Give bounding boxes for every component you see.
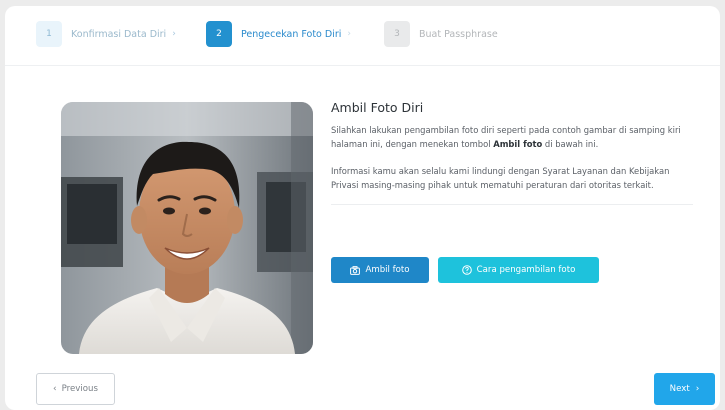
previous-button[interactable]: ‹ Previous bbox=[36, 373, 115, 405]
section-title: Ambil Foto Diri bbox=[331, 100, 424, 115]
example-selfie-image bbox=[61, 102, 313, 354]
chevron-left-icon: ‹ bbox=[53, 384, 57, 394]
chevron-right-icon: › bbox=[172, 29, 176, 39]
step-confirm-data[interactable]: 1 Konfirmasi Data Diri › bbox=[36, 21, 176, 47]
next-button[interactable]: Next › bbox=[654, 373, 715, 405]
how-to-photo-label: Cara pengambilan foto bbox=[476, 265, 576, 275]
next-label: Next bbox=[669, 384, 690, 394]
instruction-emphasis: Ambil foto bbox=[493, 139, 543, 149]
divider bbox=[331, 204, 693, 205]
step-create-passphrase[interactable]: 3 Buat Passphrase bbox=[384, 21, 498, 47]
instruction-text-end: di bawah ini. bbox=[542, 139, 599, 149]
step-number: 2 bbox=[206, 21, 232, 47]
step-label: Konfirmasi Data Diri bbox=[71, 28, 167, 40]
instructions-panel: Ambil Foto Diri Silahkan lakukan pengamb… bbox=[331, 100, 693, 205]
privacy-text: Informasi kamu akan selalu kami lindungi… bbox=[331, 166, 670, 190]
take-photo-button[interactable]: Ambil foto bbox=[331, 257, 429, 283]
step-photo-check[interactable]: 2 Pengecekan Foto Diri › bbox=[206, 21, 351, 47]
step-label: Buat Passphrase bbox=[419, 28, 498, 40]
previous-label: Previous bbox=[61, 384, 98, 394]
chevron-right-icon: › bbox=[695, 384, 700, 394]
step-number: 1 bbox=[36, 21, 62, 47]
help-circle-icon bbox=[461, 265, 472, 275]
camera-icon bbox=[350, 265, 361, 275]
selfie-verification-card: 1 Konfirmasi Data Diri › 2 Pengecekan Fo… bbox=[5, 6, 720, 410]
how-to-photo-button[interactable]: Cara pengambilan foto bbox=[438, 257, 599, 283]
instruction-text: Silahkan lakukan pengambilan foto diri s… bbox=[331, 123, 693, 151]
step-number: 3 bbox=[384, 21, 410, 47]
chevron-right-icon: › bbox=[347, 29, 351, 39]
progress-stepper: 1 Konfirmasi Data Diri › 2 Pengecekan Fo… bbox=[5, 6, 720, 66]
take-photo-label: Ambil foto bbox=[365, 265, 410, 275]
step-label: Pengecekan Foto Diri bbox=[241, 28, 342, 40]
